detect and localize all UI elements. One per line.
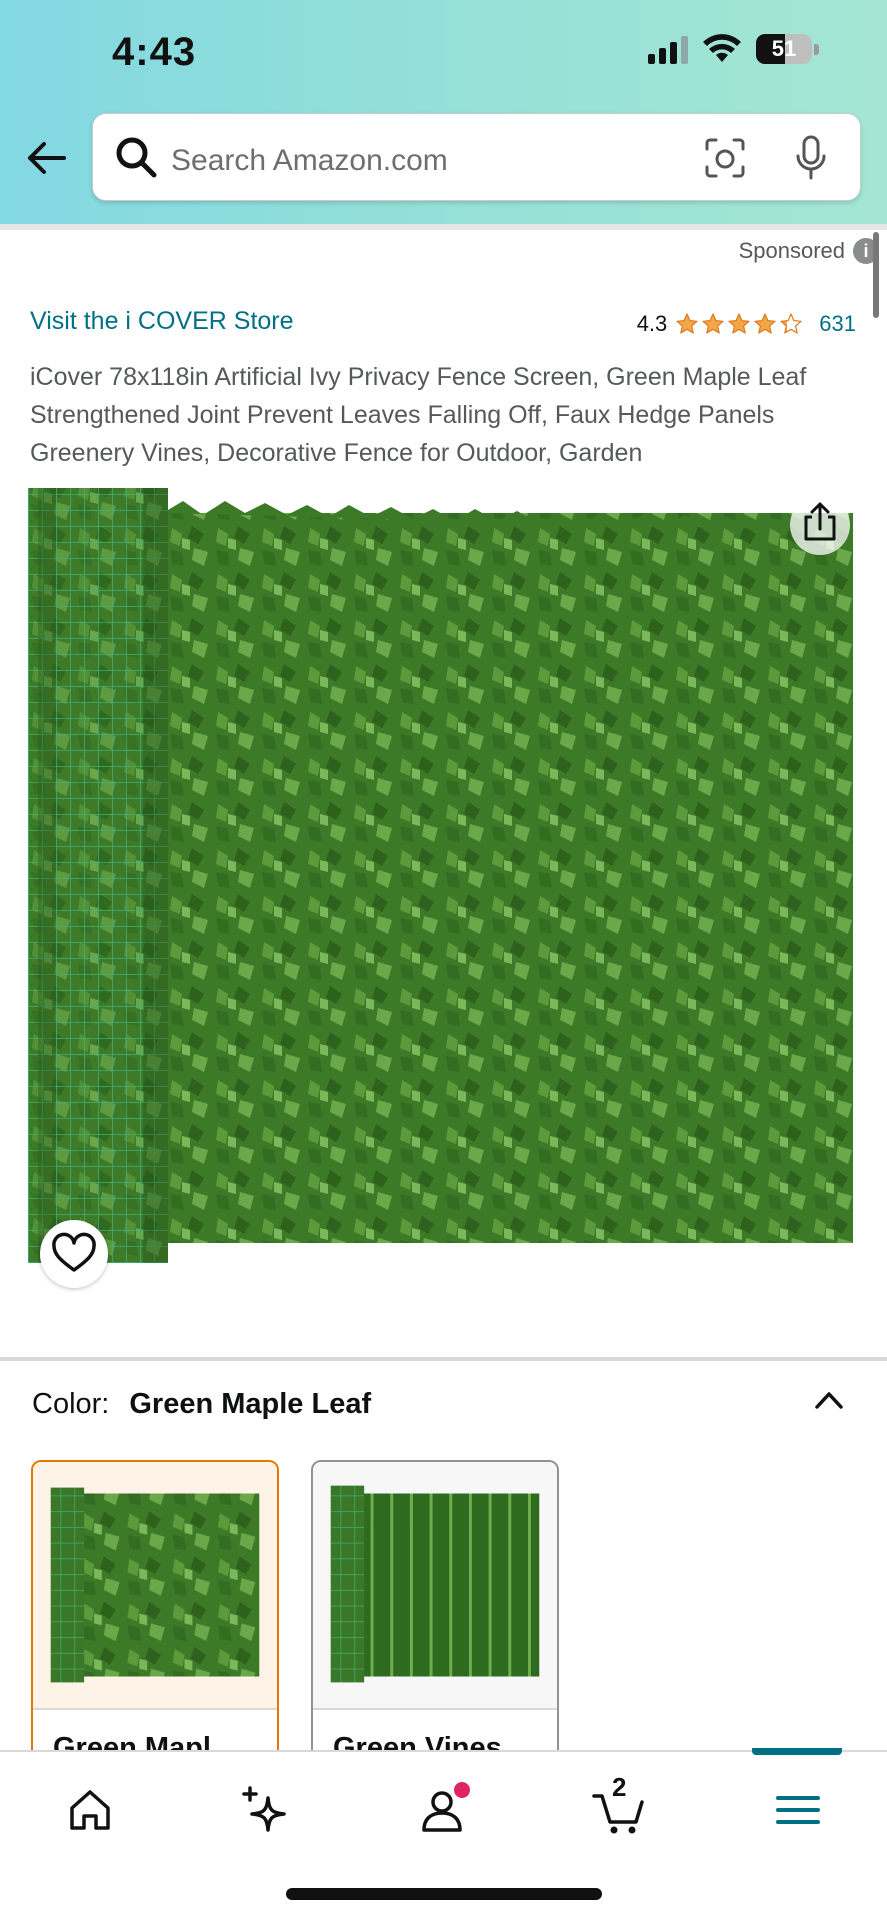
product-title: iCover 78x118in Artificial Ivy Privacy F…	[30, 363, 807, 467]
selected-color-value: Green Maple Leaf	[129, 1388, 372, 1420]
sparkle-icon	[242, 1786, 286, 1832]
star-icon	[780, 313, 802, 334]
star-icon	[702, 313, 724, 334]
nav-menu[interactable]	[768, 1780, 828, 1840]
review-count-link[interactable]: 631	[819, 311, 856, 337]
menu-icon	[776, 1796, 820, 1824]
nav-rufus[interactable]	[236, 1780, 296, 1840]
section-divider	[0, 1357, 887, 1361]
notification-badge	[454, 1782, 470, 1798]
scrollbar[interactable]	[873, 232, 879, 318]
camera-search-icon[interactable]	[703, 136, 747, 180]
swatch-image	[33, 1462, 277, 1708]
swatch-divider	[313, 1708, 557, 1710]
wishlist-button[interactable]	[40, 1220, 108, 1288]
cellular-signal-icon	[648, 34, 688, 64]
visit-store-link[interactable]: Visit the i COVER Store	[30, 307, 294, 336]
heart-icon	[52, 1232, 96, 1272]
home-icon	[70, 1790, 110, 1830]
header-divider	[0, 224, 887, 230]
cart-count: 2	[612, 1772, 627, 1802]
search-bar[interactable]: Search Amazon.com	[92, 113, 861, 201]
status-time: 4:43	[112, 30, 197, 74]
search-icon	[116, 137, 157, 178]
sponsored-label[interactable]: Sponsored i	[739, 238, 879, 264]
color-selector-header[interactable]: Color: Green Maple Leaf	[32, 1388, 371, 1421]
home-indicator[interactable]	[286, 1888, 602, 1900]
product-image[interactable]	[28, 478, 860, 1283]
microphone-icon[interactable]	[793, 134, 829, 182]
chevron-up-icon[interactable]	[812, 1388, 846, 1412]
status-icons: 51	[648, 34, 819, 64]
nav-account[interactable]	[412, 1780, 472, 1840]
wifi-icon	[703, 34, 741, 62]
color-option-green-maple-leaf[interactable]: Green Mapl	[31, 1460, 279, 1760]
share-button[interactable]	[790, 495, 850, 555]
swatch-divider	[33, 1708, 277, 1710]
nav-home[interactable]	[60, 1780, 120, 1840]
share-icon	[804, 502, 836, 541]
battery-icon: 51	[756, 34, 819, 64]
active-tab-indicator	[752, 1748, 842, 1755]
star-icon	[754, 313, 776, 334]
swatch-image	[313, 1462, 557, 1708]
rating-summary[interactable]: 4.3 631	[637, 311, 856, 337]
color-option-green-vines[interactable]: Green Vines	[311, 1460, 559, 1760]
sponsored-text: Sponsored	[738, 238, 845, 263]
color-label: Color:	[32, 1388, 110, 1420]
back-arrow-icon[interactable]	[24, 136, 68, 180]
star-icon	[728, 313, 750, 334]
search-input[interactable]: Search Amazon.com	[171, 144, 448, 178]
star-rating	[675, 312, 803, 336]
battery-level: 51	[771, 36, 797, 61]
rating-number: 4.3	[636, 311, 668, 336]
nav-cart[interactable]: 2	[590, 1772, 650, 1840]
app-header: 4:43 51 Search Amazon.com	[0, 0, 887, 225]
star-icon	[676, 313, 698, 334]
